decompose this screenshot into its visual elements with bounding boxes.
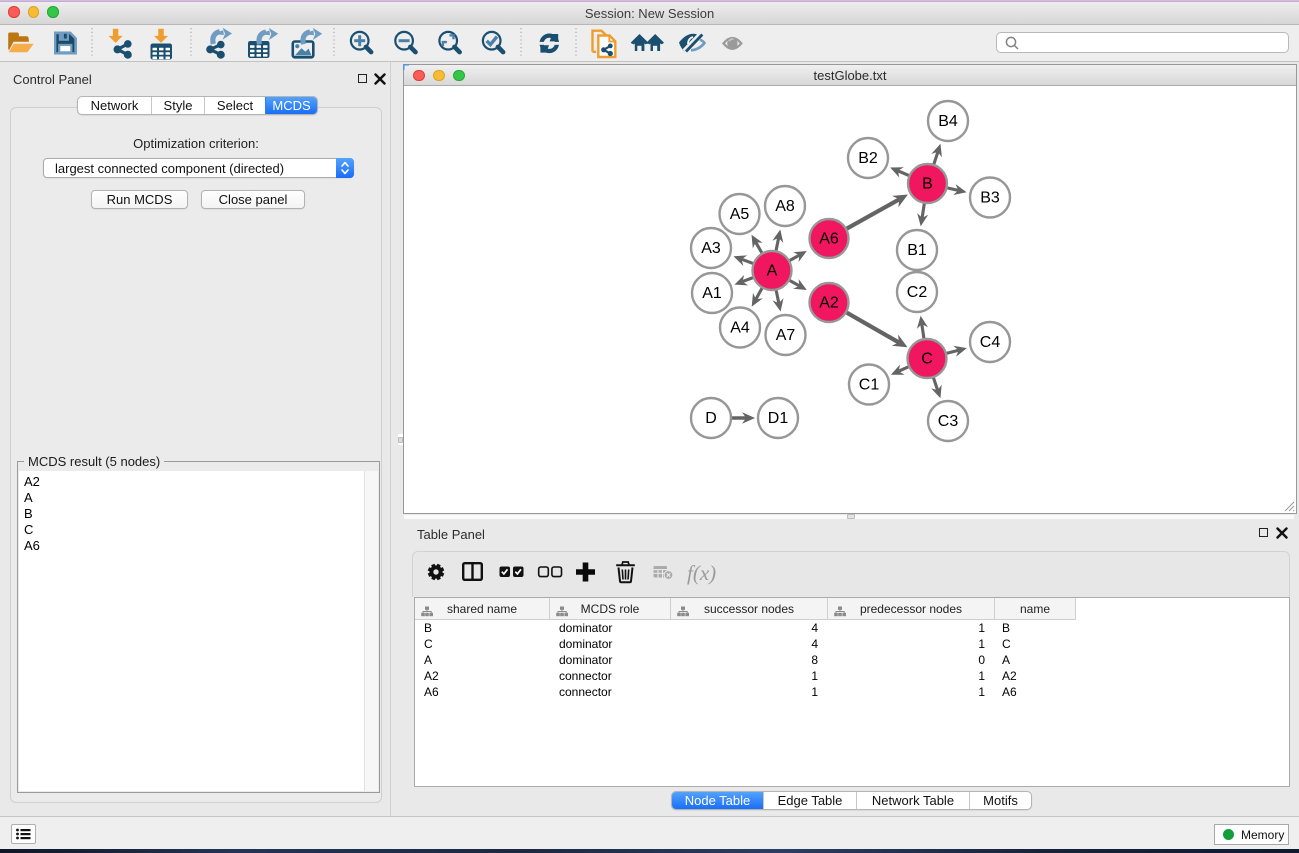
svg-text:A2: A2 bbox=[819, 295, 839, 312]
svg-text:A8: A8 bbox=[775, 198, 795, 215]
svg-text:B1: B1 bbox=[907, 242, 927, 259]
svg-text:A7: A7 bbox=[776, 327, 796, 344]
svg-text:A6: A6 bbox=[819, 231, 839, 248]
svg-text:C1: C1 bbox=[859, 377, 880, 394]
svg-text:C4: C4 bbox=[980, 334, 1001, 351]
svg-text:A3: A3 bbox=[701, 240, 721, 257]
svg-text:B3: B3 bbox=[980, 190, 1000, 207]
svg-text:A: A bbox=[767, 263, 778, 280]
svg-text:A5: A5 bbox=[730, 206, 750, 223]
svg-text:A4: A4 bbox=[730, 320, 750, 337]
svg-text:B4: B4 bbox=[938, 113, 958, 130]
svg-text:C3: C3 bbox=[938, 413, 959, 430]
svg-text:D: D bbox=[705, 410, 717, 427]
svg-text:B: B bbox=[922, 176, 933, 193]
svg-text:B2: B2 bbox=[858, 150, 878, 167]
svg-text:C2: C2 bbox=[907, 284, 928, 301]
svg-text:D1: D1 bbox=[768, 410, 789, 427]
svg-text:C: C bbox=[921, 351, 933, 368]
svg-text:A1: A1 bbox=[702, 285, 722, 302]
